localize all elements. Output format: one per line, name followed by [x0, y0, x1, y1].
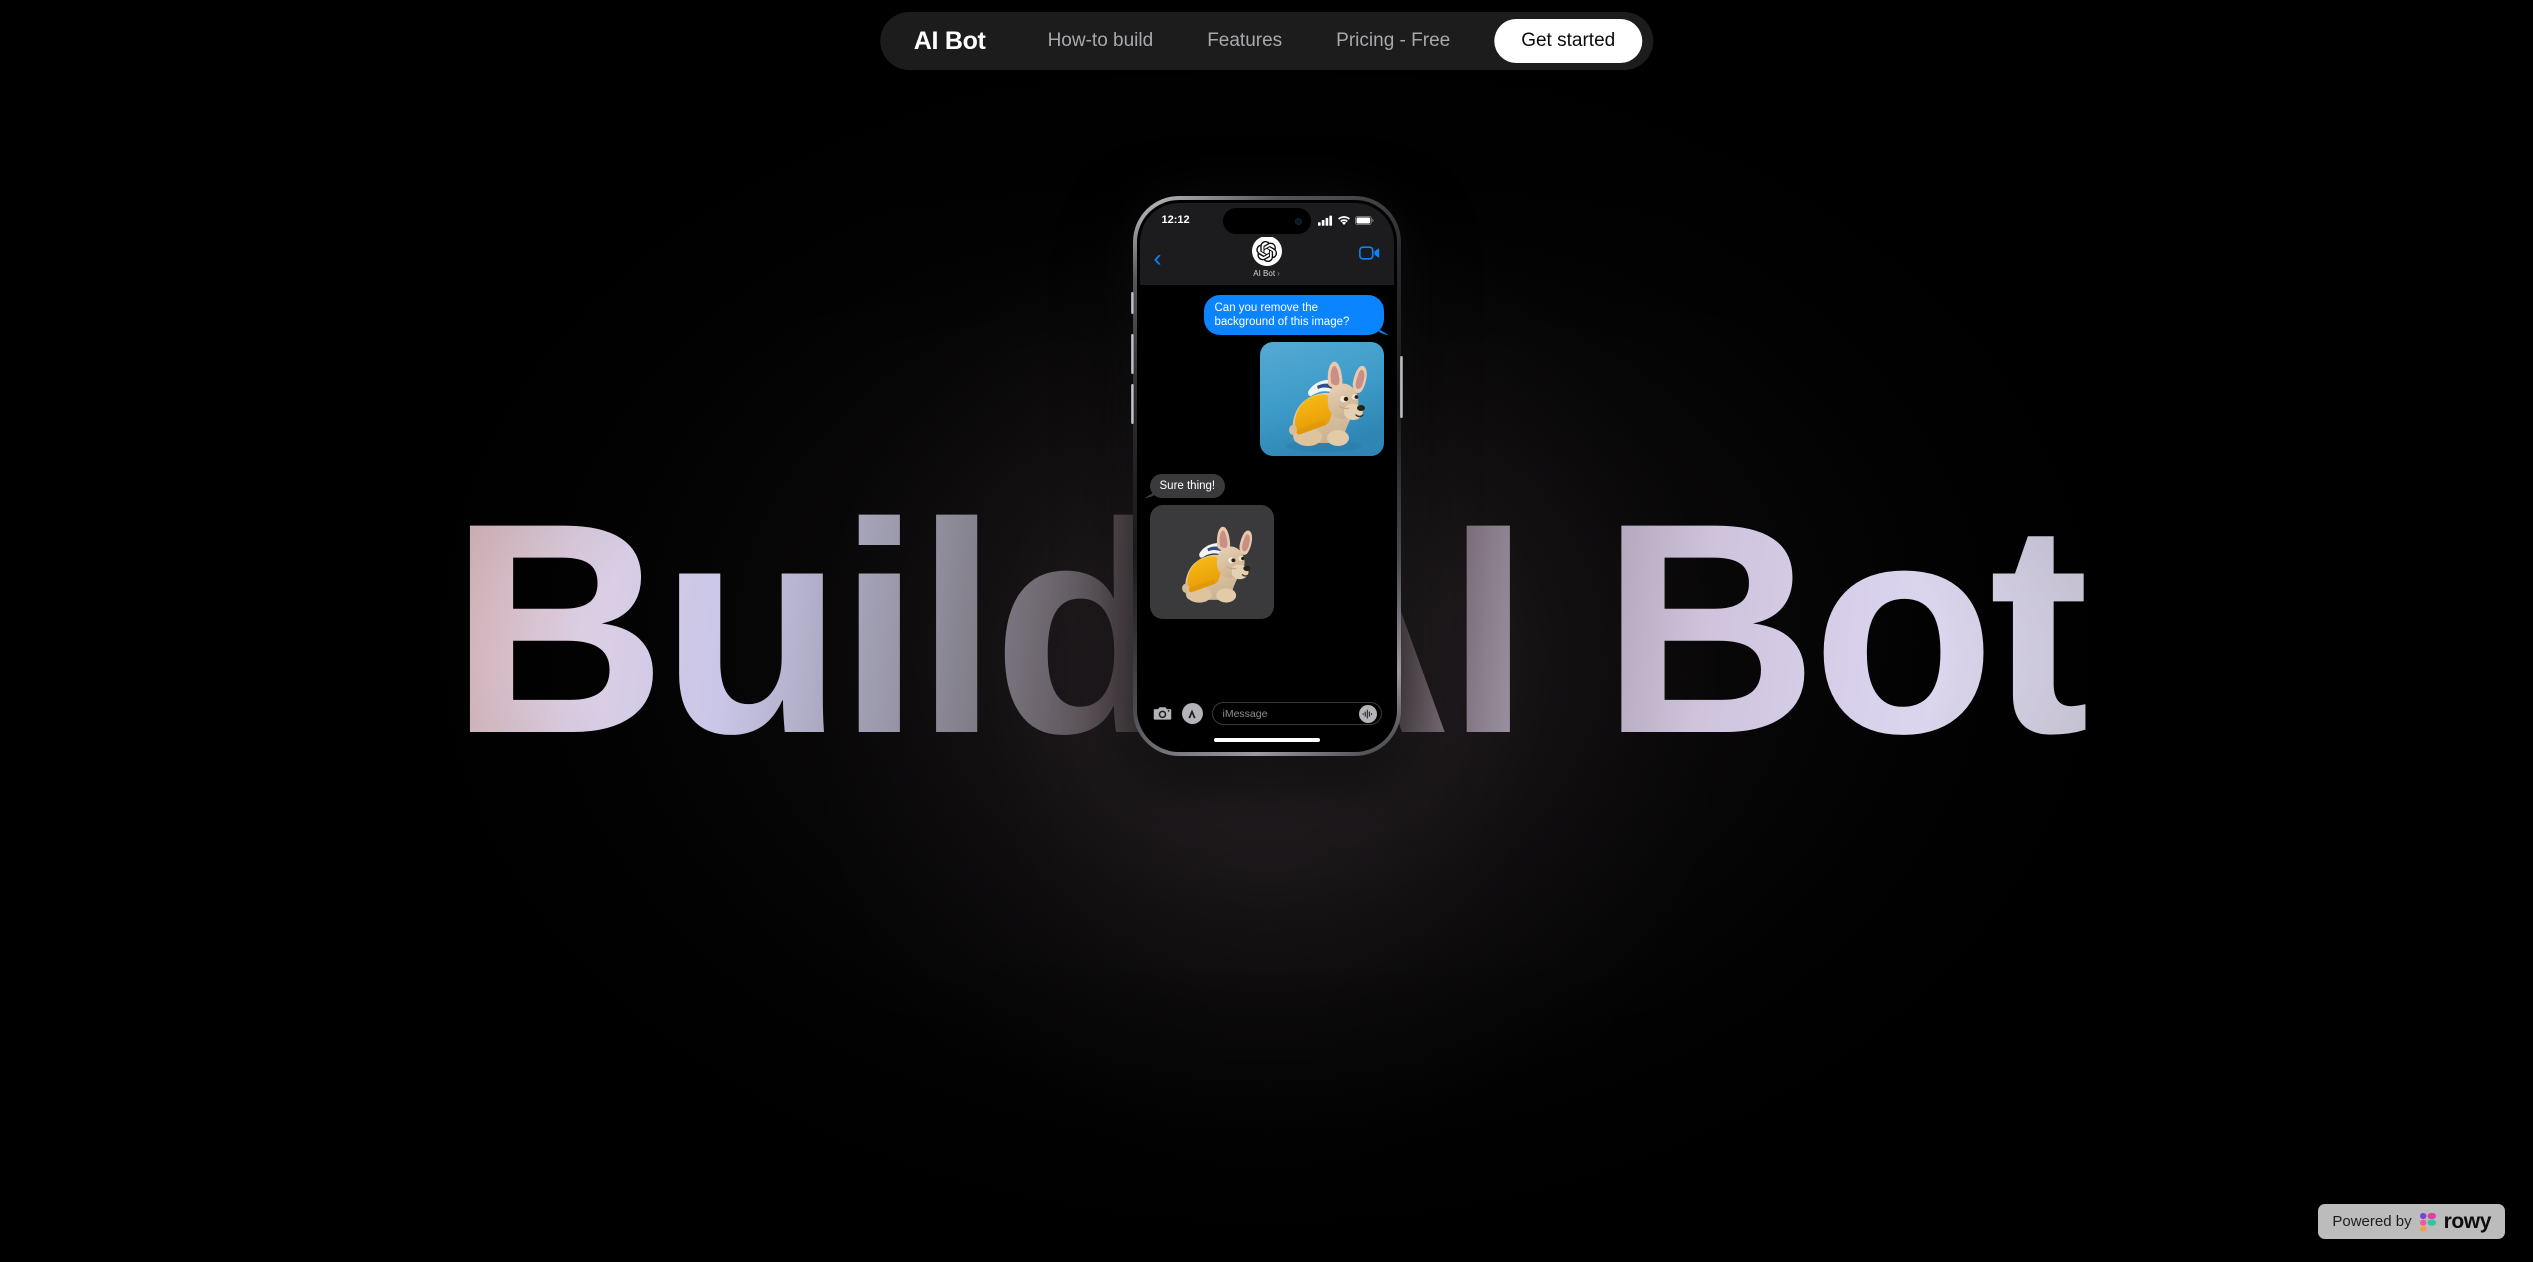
- avatar[interactable]: [1251, 236, 1282, 266]
- openai-logo-icon: [1256, 240, 1278, 262]
- message-bubble[interactable]: Can you remove the background of this im…: [1203, 295, 1384, 335]
- chat-header: ‹ AI Bot ›: [1139, 236, 1394, 285]
- chat-contact-name: AI Bot: [1253, 269, 1276, 278]
- nav-link-how-to-build[interactable]: How-to build: [1048, 30, 1154, 52]
- brand-logo[interactable]: AI Bot: [914, 27, 986, 56]
- get-started-button[interactable]: Get started: [1494, 19, 1643, 63]
- front-camera-icon: [1294, 217, 1302, 225]
- message-bubble[interactable]: Sure thing!: [1149, 474, 1226, 498]
- dynamic-island: [1222, 208, 1311, 234]
- app-store-button[interactable]: [1181, 703, 1203, 724]
- rowy-logo-icon: [2419, 1212, 2436, 1231]
- page-root: Build AI Bot AI Bot How-to build Feature…: [0, 0, 2533, 1262]
- video-camera-icon: [1358, 246, 1379, 260]
- message-row-incoming-text: Sure thing!: [1149, 474, 1384, 498]
- wifi-icon: [1337, 215, 1350, 225]
- chat-contact-name-row: AI Bot ›: [1253, 269, 1279, 278]
- message-input-field[interactable]: iMessage: [1211, 702, 1382, 725]
- app-store-icon: [1188, 708, 1196, 718]
- top-navbar: AI Bot How-to build Features Pricing - F…: [879, 12, 1654, 70]
- phone-power-button[interactable]: [1399, 356, 1403, 418]
- cellular-bars-icon: [1317, 215, 1332, 226]
- message-input-placeholder: iMessage: [1222, 707, 1268, 720]
- phone-volume-down-button[interactable]: [1130, 384, 1134, 424]
- phone-silent-switch[interactable]: [1130, 292, 1134, 314]
- dog-photo-blue-bg: [1259, 342, 1384, 456]
- phone-screen: 12:12 ‹ AI Bot › Can you remove the back…: [1139, 203, 1394, 749]
- powered-by-label: Powered by: [2332, 1213, 2412, 1230]
- audio-record-button[interactable]: [1358, 704, 1377, 723]
- chevron-right-icon: ›: [1277, 269, 1280, 278]
- dog-photo-transparent-bg: [1181, 526, 1252, 603]
- message-row-outgoing-image: [1150, 335, 1384, 456]
- back-icon[interactable]: ‹: [1154, 239, 1162, 271]
- camera-icon[interactable]: [1152, 703, 1173, 724]
- chat-message-list[interactable]: Can you remove the background of this im…: [1139, 285, 1394, 694]
- phone-mockup: 12:12 ‹ AI Bot › Can you remove the back…: [1130, 196, 1403, 756]
- status-bar: 12:12: [1139, 203, 1394, 237]
- nav-link-pricing[interactable]: Pricing - Free: [1336, 30, 1450, 52]
- message-image-cutout[interactable]: [1149, 505, 1274, 619]
- home-indicator: [1213, 738, 1320, 742]
- message-row-outgoing-text: Can you remove the background of this im…: [1150, 295, 1384, 335]
- battery-icon: [1354, 215, 1374, 225]
- video-call-button[interactable]: [1358, 239, 1380, 265]
- phone-frame: 12:12 ‹ AI Bot › Can you remove the back…: [1130, 196, 1403, 756]
- audio-waveform-icon: [1362, 709, 1372, 718]
- rowy-brand-name: rowy: [2443, 1209, 2492, 1233]
- powered-by-badge[interactable]: Powered by rowy: [2318, 1204, 2505, 1239]
- message-image-original[interactable]: [1259, 342, 1384, 456]
- message-input-bar: iMessage: [1139, 694, 1394, 729]
- message-row-incoming-image: [1149, 498, 1384, 619]
- status-bar-icons: [1317, 215, 1374, 226]
- phone-bezel: 12:12 ‹ AI Bot › Can you remove the back…: [1136, 200, 1397, 752]
- phone-volume-up-button[interactable]: [1130, 334, 1134, 374]
- nav-link-features[interactable]: Features: [1207, 30, 1282, 52]
- chat-contact[interactable]: AI Bot ›: [1251, 236, 1282, 278]
- status-bar-time: 12:12: [1161, 214, 1190, 226]
